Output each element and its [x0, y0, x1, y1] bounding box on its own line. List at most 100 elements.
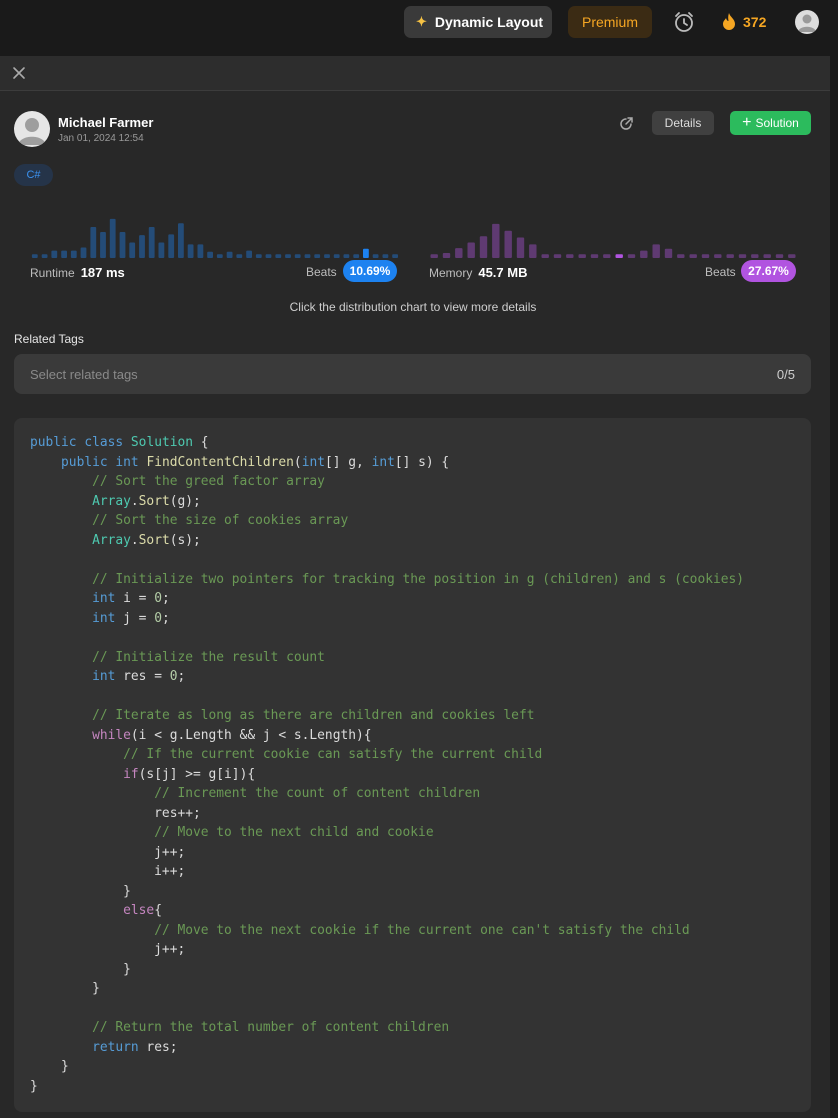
memory-distribution-bar[interactable]	[726, 254, 734, 258]
dynamic-layout-button[interactable]: ✦ Dynamic Layout	[404, 6, 552, 38]
share-icon[interactable]	[617, 115, 635, 133]
related-tags-input[interactable]: Select related tags 0/5	[14, 354, 811, 394]
runtime-distribution-bar[interactable]	[265, 254, 272, 258]
memory-distribution-bar[interactable]	[455, 248, 463, 258]
close-icon[interactable]	[10, 64, 28, 82]
runtime-distribution-bar[interactable]	[158, 242, 165, 259]
runtime-distribution-bar[interactable]	[372, 254, 379, 258]
memory-distribution-bar[interactable]	[652, 244, 660, 258]
dynamic-layout-label: Dynamic Layout	[434, 14, 544, 30]
solution-panel: Michael Farmer Jan 01, 2024 12:54 Detail…	[0, 56, 830, 1118]
solution-label: Solution	[755, 116, 799, 130]
runtime-distribution-bar[interactable]	[119, 232, 126, 258]
memory-distribution-bar[interactable]	[430, 254, 438, 258]
related-tags-count: 0/5	[776, 367, 795, 382]
runtime-distribution-bar[interactable]	[363, 248, 369, 258]
author-avatar[interactable]	[14, 111, 50, 147]
runtime-distribution-bar[interactable]	[129, 242, 136, 259]
runtime-distribution-bar[interactable]	[109, 218, 116, 258]
runtime-distribution-bar[interactable]	[255, 254, 262, 258]
memory-distribution-bar[interactable]	[701, 254, 710, 258]
fire-icon[interactable]	[721, 12, 737, 32]
memory-distribution-bar[interactable]	[553, 254, 562, 258]
memory-label: Memory	[429, 266, 473, 280]
runtime-distribution-bar[interactable]	[382, 254, 389, 258]
runtime-distribution-bar[interactable]	[187, 244, 194, 258]
memory-distribution-bar[interactable]	[529, 244, 537, 258]
memory-distribution-bar[interactable]	[516, 237, 525, 259]
runtime-distribution-bar[interactable]	[333, 254, 340, 258]
memory-distribution-chart[interactable]	[428, 196, 798, 258]
runtime-distribution-bar[interactable]	[324, 254, 330, 258]
runtime-distribution-bar[interactable]	[236, 254, 243, 258]
memory-value: 45.7 MB	[478, 265, 528, 280]
memory-distribution-bar[interactable]	[627, 254, 636, 258]
memory-distribution-bar[interactable]	[504, 230, 512, 258]
runtime-distribution-bar[interactable]	[353, 254, 360, 258]
runtime-distribution-bar[interactable]	[343, 254, 350, 258]
runtime-distribution-chart[interactable]	[30, 196, 400, 258]
runtime-distribution-bar[interactable]	[41, 254, 48, 258]
runtime-distribution-bar[interactable]	[70, 250, 77, 258]
memory-distribution-bar[interactable]	[467, 242, 475, 259]
memory-distribution-bar[interactable]	[738, 254, 747, 258]
runtime-distribution-bar[interactable]	[294, 254, 301, 258]
plus-icon: +	[742, 114, 752, 131]
runtime-distribution-bar[interactable]	[197, 244, 204, 258]
code-block[interactable]: public class Solution { public int FindC…	[14, 418, 811, 1112]
memory-distribution-bar[interactable]	[492, 223, 500, 258]
runtime-distribution-bar[interactable]	[226, 251, 233, 258]
runtime-distribution-bar[interactable]	[216, 254, 223, 258]
add-solution-button[interactable]: + Solution	[730, 111, 811, 135]
memory-distribution-bar[interactable]	[603, 254, 611, 258]
memory-distribution-bar[interactable]	[640, 250, 648, 258]
details-button[interactable]: Details	[652, 111, 714, 135]
memory-distribution-bar[interactable]	[615, 254, 623, 258]
streak-count[interactable]: 372	[743, 14, 766, 30]
runtime-distribution-bar[interactable]	[246, 250, 252, 258]
runtime-distribution-bar[interactable]	[285, 254, 291, 258]
runtime-label: Runtime	[30, 266, 75, 280]
memory-distribution-bar[interactable]	[442, 253, 451, 258]
premium-button[interactable]: Premium	[568, 6, 652, 38]
runtime-distribution-bar[interactable]	[207, 251, 213, 258]
runtime-distribution-bar[interactable]	[31, 254, 38, 258]
runtime-distribution-bar[interactable]	[139, 235, 145, 258]
related-tags-label: Related Tags	[14, 332, 84, 346]
memory-distribution-bar[interactable]	[788, 254, 796, 258]
runtime-distribution-bar[interactable]	[314, 254, 321, 258]
runtime-beats-badge: 10.69%	[343, 260, 397, 282]
memory-distribution-bar[interactable]	[566, 254, 574, 258]
memory-distribution-bar[interactable]	[590, 254, 599, 258]
runtime-distribution-bar[interactable]	[178, 223, 184, 258]
memory-distribution-bar[interactable]	[689, 254, 697, 258]
sparkle-icon: ✦	[416, 14, 427, 29]
runtime-distribution-bar[interactable]	[61, 250, 67, 258]
memory-distribution-bar[interactable]	[763, 254, 771, 258]
code-text: public class Solution { public int FindC…	[30, 435, 745, 1094]
runtime-distribution-bar[interactable]	[304, 254, 311, 258]
memory-distribution-bar[interactable]	[775, 254, 784, 258]
runtime-distribution-bar[interactable]	[168, 234, 175, 258]
memory-distribution-bar[interactable]	[677, 254, 685, 258]
runtime-distribution-bar[interactable]	[275, 254, 282, 258]
runtime-distribution-bar[interactable]	[148, 227, 155, 258]
memory-distribution-bar[interactable]	[578, 254, 586, 258]
author-name[interactable]: Michael Farmer	[58, 115, 153, 130]
language-tag[interactable]: C#	[14, 164, 53, 186]
runtime-distribution-bar[interactable]	[392, 254, 398, 258]
user-avatar[interactable]	[795, 10, 819, 34]
memory-distribution-bar[interactable]	[714, 254, 722, 258]
top-bar: ✦ Dynamic Layout Premium 372	[0, 0, 838, 46]
runtime-distribution-bar[interactable]	[80, 247, 87, 259]
runtime-distribution-bar[interactable]	[51, 250, 58, 258]
memory-distribution-bar[interactable]	[541, 254, 549, 258]
memory-distribution-bar[interactable]	[479, 236, 488, 258]
alarm-clock-icon[interactable]	[673, 11, 695, 33]
memory-distribution-bar[interactable]	[751, 254, 759, 258]
runtime-value: 187 ms	[80, 265, 125, 280]
memory-distribution-bar[interactable]	[664, 248, 673, 258]
runtime-distribution-bar[interactable]	[90, 227, 97, 258]
runtime-distribution-bar[interactable]	[100, 232, 106, 258]
post-date: Jan 01, 2024 12:54	[58, 133, 144, 144]
